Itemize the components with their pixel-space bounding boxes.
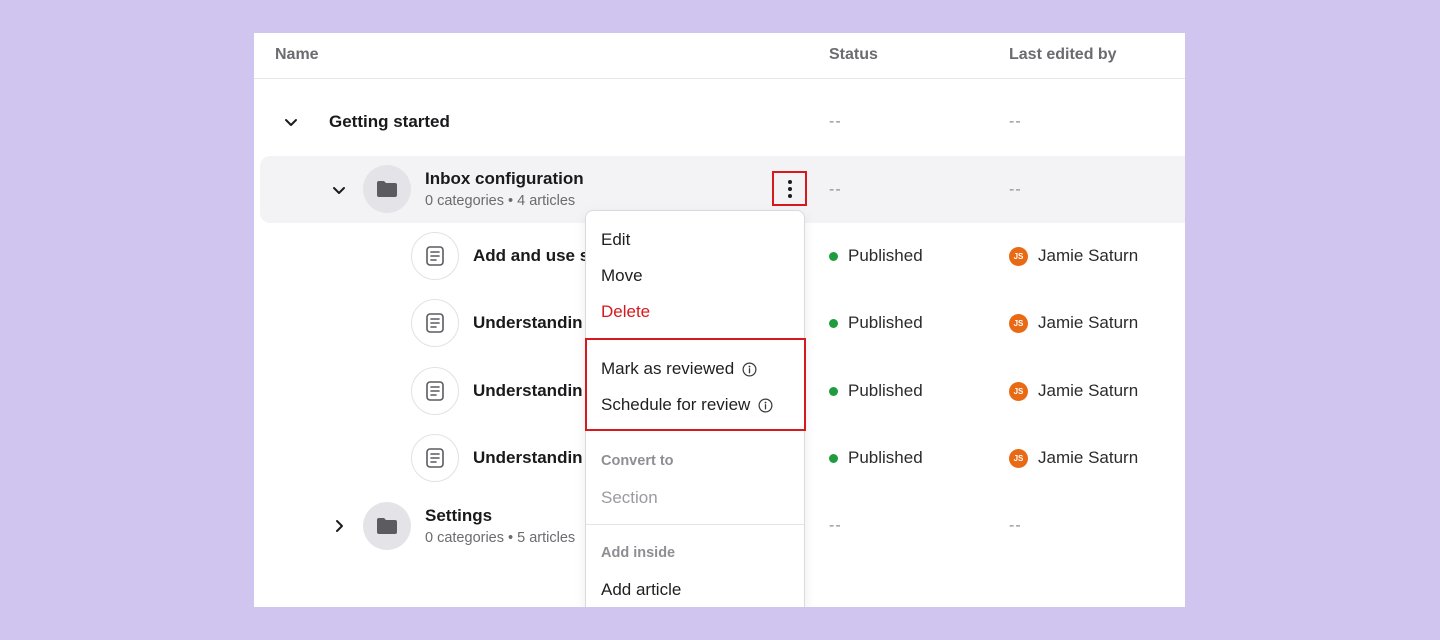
- column-header-last-edited-by[interactable]: Last edited by: [1009, 46, 1117, 64]
- row-meta: 0 categories • 5 articles: [425, 530, 575, 546]
- article-icon: [411, 434, 459, 482]
- context-menu: Edit Move Delete Mark as reviewed Schedu…: [585, 210, 806, 607]
- status-empty: --: [829, 113, 842, 130]
- avatar: JS: [1009, 381, 1028, 401]
- articles-table: Name Status Last edited by Getting start…: [254, 33, 1185, 607]
- menu-item-section[interactable]: Section: [601, 488, 658, 508]
- article-title[interactable]: Add and use s: [473, 246, 589, 266]
- editor-empty: --: [1009, 113, 1022, 130]
- column-header-name[interactable]: Name: [275, 46, 319, 64]
- status-badge: Published: [829, 313, 923, 333]
- article-icon: [411, 232, 459, 280]
- editor-empty: --: [1009, 517, 1022, 534]
- info-icon[interactable]: [758, 398, 773, 413]
- published-dot-icon: [829, 386, 838, 396]
- avatar: JS: [1009, 448, 1028, 468]
- meta-separator: •: [508, 193, 514, 209]
- menu-item-label: Mark as reviewed: [601, 359, 735, 378]
- last-editor: JS Jamie Saturn: [1009, 448, 1138, 468]
- info-icon[interactable]: [742, 362, 757, 377]
- menu-item-add-article[interactable]: Add article: [601, 580, 681, 600]
- menu-section-heading: Convert to: [601, 453, 674, 469]
- kebab-menu-icon: [787, 179, 792, 198]
- column-header-status[interactable]: Status: [829, 46, 878, 64]
- chevron-down-icon[interactable]: [329, 180, 349, 200]
- menu-item-edit[interactable]: Edit: [601, 230, 630, 250]
- status-badge: Published: [829, 381, 923, 401]
- chevron-down-icon[interactable]: [281, 112, 301, 132]
- article-title[interactable]: Understandin: [473, 313, 583, 333]
- table-row-getting-started[interactable]: Getting started -- --: [254, 88, 1185, 155]
- published-dot-icon: [829, 251, 838, 261]
- more-options-button[interactable]: [772, 171, 807, 206]
- article-icon: [411, 299, 459, 347]
- avatar: JS: [1009, 246, 1028, 266]
- folder-icon: [363, 165, 411, 213]
- last-editor: JS Jamie Saturn: [1009, 381, 1138, 401]
- chevron-right-icon[interactable]: [329, 516, 349, 536]
- category-count: 0 categories: [425, 530, 504, 546]
- table-header: Name Status Last edited by: [254, 33, 1185, 79]
- menu-item-mark-as-reviewed[interactable]: Mark as reviewed: [601, 359, 757, 379]
- menu-item-schedule-for-review[interactable]: Schedule for review: [601, 395, 773, 415]
- article-count: 5 articles: [517, 530, 576, 546]
- row-title[interactable]: Settings: [425, 506, 492, 526]
- folder-icon: [363, 502, 411, 550]
- menu-item-delete[interactable]: Delete: [601, 302, 650, 322]
- row-title[interactable]: Inbox configuration: [425, 169, 584, 189]
- menu-item-label: Schedule for review: [601, 395, 751, 414]
- category-count: 0 categories: [425, 193, 504, 209]
- editor-empty: --: [1009, 181, 1022, 198]
- status-empty: --: [829, 517, 842, 534]
- menu-divider: [586, 524, 804, 525]
- menu-item-move[interactable]: Move: [601, 266, 643, 286]
- published-dot-icon: [829, 453, 838, 463]
- status-badge: Published: [829, 448, 923, 468]
- avatar: JS: [1009, 313, 1028, 333]
- status-badge: Published: [829, 246, 923, 266]
- last-editor: JS Jamie Saturn: [1009, 246, 1138, 266]
- meta-separator: •: [508, 530, 514, 546]
- article-title[interactable]: Understandin: [473, 381, 583, 401]
- highlight-box: [585, 338, 806, 431]
- status-empty: --: [829, 181, 842, 198]
- menu-section-heading: Add inside: [601, 545, 676, 561]
- last-editor: JS Jamie Saturn: [1009, 313, 1138, 333]
- article-title[interactable]: Understandin: [473, 448, 583, 468]
- published-dot-icon: [829, 318, 838, 328]
- article-icon: [411, 367, 459, 415]
- article-count: 4 articles: [517, 193, 576, 209]
- row-title[interactable]: Getting started: [329, 112, 450, 132]
- row-meta: 0 categories • 4 articles: [425, 193, 575, 209]
